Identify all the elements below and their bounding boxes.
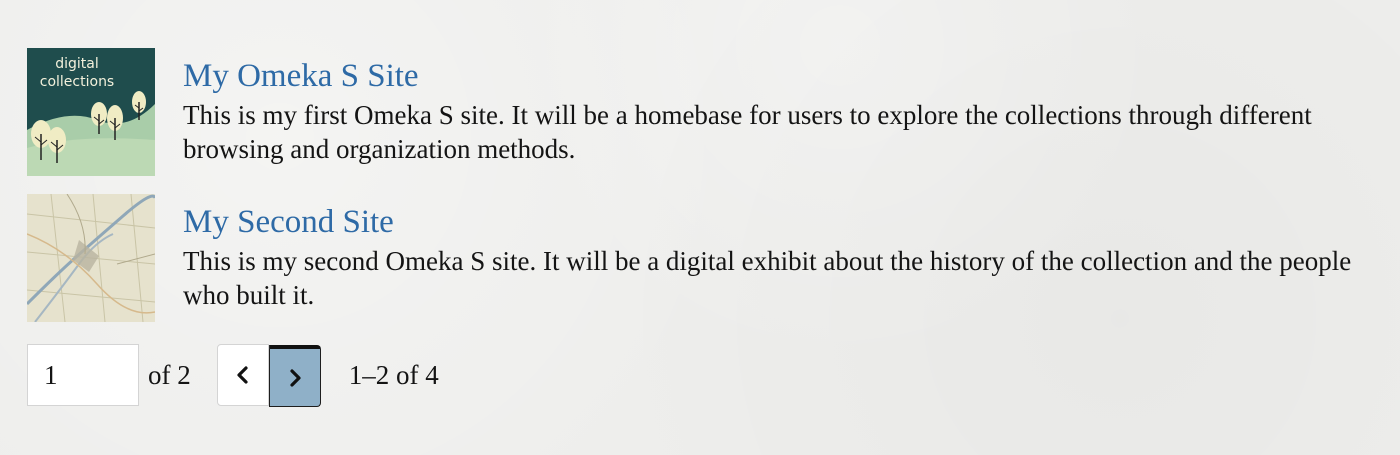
- results-range-label: 1–2 of 4: [348, 359, 439, 390]
- next-page-button[interactable]: [268, 345, 321, 407]
- site-title-link[interactable]: My Omeka S Site: [183, 54, 419, 98]
- site-list: digital collections My Omeka S Site This…: [27, 46, 1377, 338]
- page-total-label: of 2: [148, 359, 191, 390]
- logo-text-collections: collections: [40, 74, 114, 90]
- site-description: This is my second Omeka S site. It will …: [183, 246, 1352, 310]
- logo-text-digital: digital: [55, 56, 99, 72]
- site-list-item: digital collections My Omeka S Site This…: [27, 46, 1377, 192]
- previous-page-button[interactable]: [216, 344, 269, 406]
- site-title-link[interactable]: My Second Site: [183, 200, 394, 244]
- chevron-right-icon: [290, 368, 301, 387]
- chevron-left-icon: [237, 366, 248, 384]
- page-number-input[interactable]: [27, 344, 139, 406]
- digital-collections-logo: digital collections: [27, 48, 155, 176]
- site-description: This is my first Omeka S site. It will b…: [183, 100, 1312, 164]
- site-thumbnail[interactable]: [27, 194, 155, 322]
- map-thumbnail-image: [27, 194, 155, 322]
- site-list-item: My Second Site This is my second Omeka S…: [27, 192, 1377, 338]
- site-info: My Omeka S Site This is my first Omeka S…: [183, 46, 1373, 166]
- pagination: of 2 1–2 of 4: [27, 342, 439, 408]
- site-thumbnail[interactable]: digital collections: [27, 48, 155, 176]
- site-info: My Second Site This is my second Omeka S…: [183, 192, 1373, 312]
